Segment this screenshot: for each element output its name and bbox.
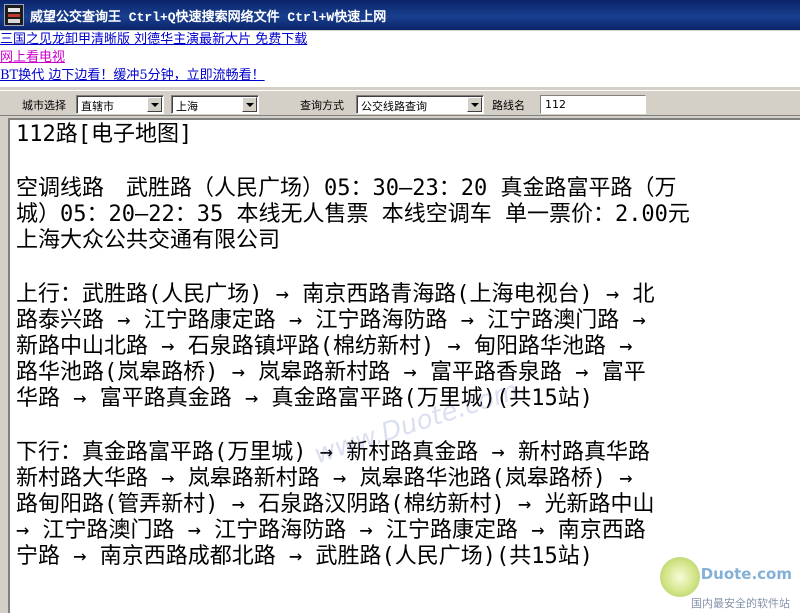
mode-label: 查询方式	[300, 99, 344, 112]
city-label: 城市选择	[22, 99, 66, 112]
route-name-input[interactable]	[540, 95, 646, 114]
city-type-value: 直辖市	[81, 100, 114, 113]
ad-links: 三国之见龙卸甲清晰版 刘德华主演最新大片 免费下载 网上看电视 BT换代 边下边…	[0, 31, 800, 87]
query-mode-select[interactable]: 公交线路查询	[356, 95, 484, 114]
city-select[interactable]: 上海	[171, 95, 259, 114]
query-toolbar: 城市选择 直辖市 上海 查询方式 公交线路查询 路线名	[0, 90, 800, 116]
result-line: 路泰兴路 → 江宁路康定路 → 江宁路海防路 → 江宁路澳门路 →	[16, 308, 646, 333]
route-label: 路线名	[492, 99, 525, 112]
result-line: 路华池路(岚皋路桥) → 岚皋路新村路 → 富平路香泉路 → 富平	[16, 360, 646, 385]
window-title: 威望公交查询王 Ctrl+Q快速搜索网络文件 Ctrl+W快速上网	[30, 9, 387, 25]
result-lines: 112路[电子地图] 空调线路 武胜路（人民广场）05：30—23：20 真金路富…	[16, 122, 800, 570]
result-line: 城）05：20—22：35 本线无人售票 本线空调车 单一票价：2.00元	[16, 202, 690, 227]
result-line: 新村路大华路 → 岚皋路新村路 → 岚皋路华池路(岚皋路桥) →	[16, 466, 633, 491]
title-bar: 威望公交查询王 Ctrl+Q快速搜索网络文件 Ctrl+W快速上网	[0, 0, 800, 30]
result-line: 路甸阳路(管弄新村) → 石泉路汉阴路(棉纺新村) → 光新路中山	[16, 492, 655, 517]
result-text-area[interactable]: 112路[电子地图] 空调线路 武胜路（人民广场）05：30—23：20 真金路富…	[8, 118, 800, 613]
result-line: 空调线路 武胜路（人民广场）05：30—23：20 真金路富平路（万	[16, 176, 677, 201]
result-line: 上行：武胜路(人民广场) → 南京西路青海路(上海电视台) → 北	[16, 282, 655, 307]
chevron-down-icon[interactable]	[467, 97, 482, 112]
city-type-select[interactable]: 直辖市	[76, 95, 164, 114]
query-mode-value: 公交线路查询	[361, 100, 427, 113]
chevron-down-icon[interactable]	[147, 97, 162, 112]
chevron-down-icon[interactable]	[242, 97, 257, 112]
result-line: 宁路 → 南京西路成都北路 → 武胜路(人民广场)(共15站)	[16, 544, 593, 569]
ad-link-movie[interactable]: 三国之见龙卸甲清晰版 刘德华主演最新大片 免费下载	[0, 31, 800, 49]
city-value: 上海	[176, 100, 198, 113]
result-line: 华路 → 富平路真金路 → 真金路富平路(万里城)(共15站)	[16, 386, 593, 411]
watermark-tagline: 国内最安全的软件站	[691, 597, 790, 610]
result-line: 上海大众公共交通有限公司	[16, 228, 281, 253]
result-line: 112路[电子地图]	[16, 122, 193, 147]
result-line: 新路中山北路 → 石泉路镇坪路(棉纺新村) → 甸阳路华池路 →	[16, 334, 633, 359]
ad-link-bt[interactable]: BT换代 边下边看！缓冲5分钟，立即流畅看！	[0, 67, 800, 85]
app-icon[interactable]	[4, 4, 24, 26]
ad-link-tv[interactable]: 网上看电视	[0, 49, 800, 67]
result-line: → 江宁路澳门路 → 江宁路海防路 → 江宁路康定路 → 南京西路	[16, 518, 646, 543]
result-line: 下行：真金路富平路(万里城) → 新村路真金路 → 新村路真华路	[16, 440, 650, 465]
